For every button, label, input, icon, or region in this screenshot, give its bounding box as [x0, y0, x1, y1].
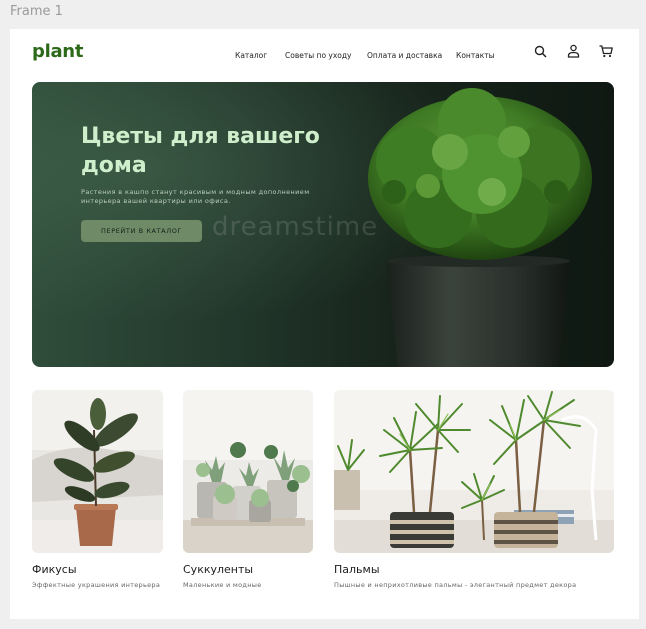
hero-subtitle: Растения в кашпо станут красивым и модны… — [81, 188, 310, 205]
hero-banner: dreamstime Цветы для вашего дома Растени… — [32, 82, 614, 367]
category-description: Маленькие и модные — [183, 581, 262, 589]
category-name: Фикусы — [32, 563, 77, 576]
go-to-catalog-button[interactable]: ПЕРЕЙТИ В КАТАЛОГ — [81, 220, 202, 242]
ficus-image — [32, 390, 163, 553]
hero-title: Цветы для вашего дома — [81, 124, 320, 178]
search-icon[interactable] — [532, 43, 548, 59]
category-description: Эффектные украшения интерьера — [32, 581, 161, 589]
frame-label: Frame 1 — [10, 4, 63, 19]
logo[interactable]: plant — [32, 41, 83, 62]
category-description: Пышные и неприхотливые пальмы - элегантн… — [334, 581, 577, 589]
user-icon[interactable] — [565, 43, 581, 59]
nav-item-contacts[interactable]: Контакты — [456, 51, 495, 60]
nav-item-care-tips[interactable]: Советы по уходу — [285, 51, 352, 60]
nav-item-catalog[interactable]: Каталог — [235, 51, 267, 60]
palms-image — [334, 390, 614, 553]
nav-item-payment-delivery[interactable]: Оплата и доставка — [367, 51, 442, 60]
category-name: Суккуленты — [183, 563, 254, 576]
category-name: Пальмы — [334, 563, 380, 576]
page-canvas: plant Каталог Советы по уходу Оплата и д… — [10, 29, 639, 619]
hero-plant-image — [368, 88, 592, 367]
succulents-image — [183, 390, 313, 553]
cart-icon[interactable] — [598, 43, 614, 59]
